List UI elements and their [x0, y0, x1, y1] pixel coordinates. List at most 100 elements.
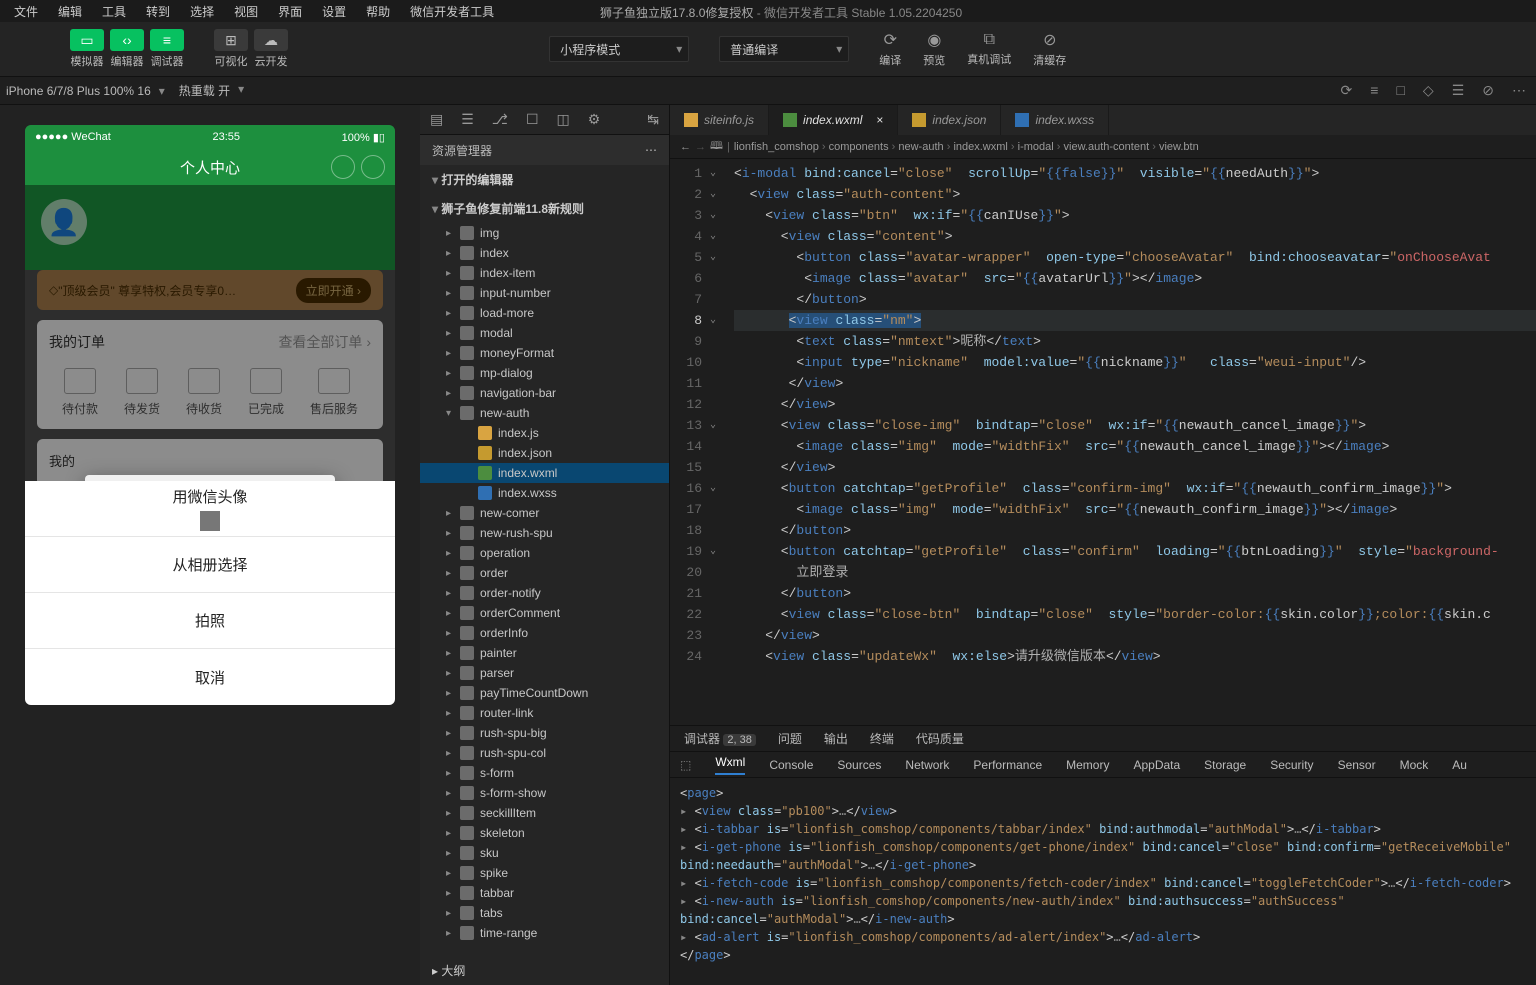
dbg-tab-1[interactable]: 问题 [774, 730, 806, 747]
bc-fwd-icon[interactable]: → [695, 141, 706, 153]
tab-siteinfo.js[interactable]: siteinfo.js [670, 105, 769, 135]
folder-order[interactable]: order [420, 563, 669, 583]
folder-spike[interactable]: spike [420, 863, 669, 883]
folder-tabs[interactable]: tabs [420, 903, 669, 923]
devtools-tab-memory[interactable]: Memory [1066, 758, 1109, 772]
folder-index[interactable]: index [420, 243, 669, 263]
folder-parser[interactable]: parser [420, 663, 669, 683]
sheet-wechat-avatar[interactable]: 用微信头像 [25, 481, 395, 537]
explorer-gear-icon[interactable]: ⚙ [588, 111, 601, 128]
vip-banner[interactable]: ◇ "顶级会员" 尊享特权,会员专享0…立即开通 › [37, 270, 383, 310]
devbar-icon-2[interactable]: ≡ [1370, 82, 1378, 99]
bc-save-icon[interactable]: 🕮 [710, 137, 723, 156]
sheet-from-album[interactable]: 从相册选择 [25, 537, 395, 593]
folder-payTimeCountDown[interactable]: payTimeCountDown [420, 683, 669, 703]
file-index-js[interactable]: index.js [420, 423, 669, 443]
menu-tools[interactable]: 工具 [92, 1, 136, 22]
hot-reload-toggle[interactable]: 热重载 开 [179, 82, 240, 99]
orders-all-link[interactable]: 查看全部订单 › [278, 332, 371, 352]
folder-order-notify[interactable]: order-notify [420, 583, 669, 603]
devbar-icon-3[interactable]: □ [1396, 82, 1404, 99]
folder-mp-dialog[interactable]: mp-dialog [420, 363, 669, 383]
menu-wechat-devtools[interactable]: 微信开发者工具 [400, 1, 504, 22]
device-select[interactable]: iPhone 6/7/8 Plus 100% 16 [6, 84, 161, 98]
devtools-tab-console[interactable]: Console [769, 758, 813, 772]
devtools-tab-security[interactable]: Security [1270, 758, 1313, 772]
folder-painter[interactable]: painter [420, 643, 669, 663]
user-avatar[interactable]: 👤 [41, 199, 87, 245]
menu-edit[interactable]: 编辑 [48, 1, 92, 22]
folder-tabbar[interactable]: tabbar [420, 883, 669, 903]
sheet-cancel[interactable]: 取消 [25, 649, 395, 705]
explorer-box-icon[interactable]: ◫ [557, 111, 570, 128]
open-editors-heading[interactable]: 打开的编辑器 [420, 165, 669, 194]
devbar-icon-6[interactable]: ⊘ [1482, 82, 1494, 99]
compile-icon[interactable]: ⟳ [884, 30, 897, 50]
menu-view[interactable]: 视图 [224, 1, 268, 22]
folder-rush-spu-big[interactable]: rush-spu-big [420, 723, 669, 743]
folder-orderInfo[interactable]: orderInfo [420, 623, 669, 643]
folder-load-more[interactable]: load-more [420, 303, 669, 323]
tab-index.json[interactable]: index.json [898, 105, 1001, 135]
explorer-files-icon[interactable]: ▤ [430, 111, 443, 128]
cloud-dev-button[interactable]: ☁ [254, 29, 288, 51]
devtools-tab-appdata[interactable]: AppData [1133, 758, 1180, 772]
menu-file[interactable]: 文件 [4, 1, 48, 22]
folder-orderComment[interactable]: orderComment [420, 603, 669, 623]
devbar-more-icon[interactable]: ⋯ [1512, 82, 1526, 99]
file-index-json[interactable]: index.json [420, 443, 669, 463]
compile-select[interactable]: 普通编译 [719, 36, 849, 62]
explorer-ext-icon[interactable]: ☐ [526, 111, 539, 128]
outline-heading[interactable]: 大纲 [420, 956, 669, 985]
folder-skeleton[interactable]: skeleton [420, 823, 669, 843]
tab-index.wxss[interactable]: index.wxss [1001, 105, 1109, 135]
devtools-tab-au[interactable]: Au [1452, 758, 1467, 772]
tab-index.wxml[interactable]: index.wxml× [769, 105, 898, 135]
wxml-tree[interactable]: <page> ▸ <view class="pb100">…</view> ▸ … [670, 778, 1536, 985]
dbg-tab-3[interactable]: 终端 [866, 730, 898, 747]
dbg-tab-0[interactable]: 调试器 2, 38 [680, 730, 760, 747]
folder-modal[interactable]: modal [420, 323, 669, 343]
folder-rush-spu-col[interactable]: rush-spu-col [420, 743, 669, 763]
mode-select[interactable]: 小程序模式 [549, 36, 689, 62]
devbar-refresh-icon[interactable]: ⟳ [1341, 82, 1353, 99]
folder-sku[interactable]: sku [420, 843, 669, 863]
editor-button[interactable]: ‹› [110, 29, 144, 51]
folder-moneyFormat[interactable]: moneyFormat [420, 343, 669, 363]
dbg-tab-4[interactable]: 代码质量 [912, 730, 968, 747]
clear-cache-icon[interactable]: ⊘ [1043, 30, 1056, 50]
menu-help[interactable]: 帮助 [356, 1, 400, 22]
devbar-icon-4[interactable]: ◇ [1423, 82, 1434, 99]
menu-settings[interactable]: 设置 [312, 1, 356, 22]
tab-close-icon[interactable]: × [876, 113, 883, 127]
menu-select[interactable]: 选择 [180, 1, 224, 22]
explorer-search-icon[interactable]: ☰ [461, 111, 474, 128]
folder-new-comer[interactable]: new-comer [420, 503, 669, 523]
folder-img[interactable]: img [420, 223, 669, 243]
devtools-tab-sensor[interactable]: Sensor [1338, 758, 1376, 772]
devtools-tab-mock[interactable]: Mock [1400, 758, 1429, 772]
folder-index-item[interactable]: index-item [420, 263, 669, 283]
vip-open-button[interactable]: 立即开通 › [296, 278, 371, 303]
devtools-tab-network[interactable]: Network [905, 758, 949, 772]
devtools-tab-storage[interactable]: Storage [1204, 758, 1246, 772]
folder-time-range[interactable]: time-range [420, 923, 669, 943]
devtools-tab-wxml[interactable]: Wxml [715, 755, 745, 775]
explorer-collapse-icon[interactable]: ↹ [647, 111, 659, 128]
bc-back-icon[interactable]: ← [680, 141, 691, 153]
code-area[interactable]: 1⌄2⌄3⌄4⌄5⌄678⌄910111213⌄141516⌄171819⌄20… [670, 159, 1536, 725]
menu-interface[interactable]: 界面 [268, 1, 312, 22]
preview-icon[interactable]: ◉ [927, 30, 941, 50]
folder-router-link[interactable]: router-link [420, 703, 669, 723]
debugger-button[interactable]: ≡ [150, 29, 184, 51]
devtools-tab-sources[interactable]: Sources [837, 758, 881, 772]
simulator-button[interactable]: ▭ [70, 29, 104, 51]
devtools-elements-icon[interactable]: ⬚ [680, 758, 691, 772]
folder-input-number[interactable]: input-number [420, 283, 669, 303]
folder-new-auth[interactable]: new-auth [420, 403, 669, 423]
menu-goto[interactable]: 转到 [136, 1, 180, 22]
folder-new-rush-spu[interactable]: new-rush-spu [420, 523, 669, 543]
folder-s-form[interactable]: s-form [420, 763, 669, 783]
explorer-branch-icon[interactable]: ⎇ [492, 111, 508, 128]
file-index-wxss[interactable]: index.wxss [420, 483, 669, 503]
